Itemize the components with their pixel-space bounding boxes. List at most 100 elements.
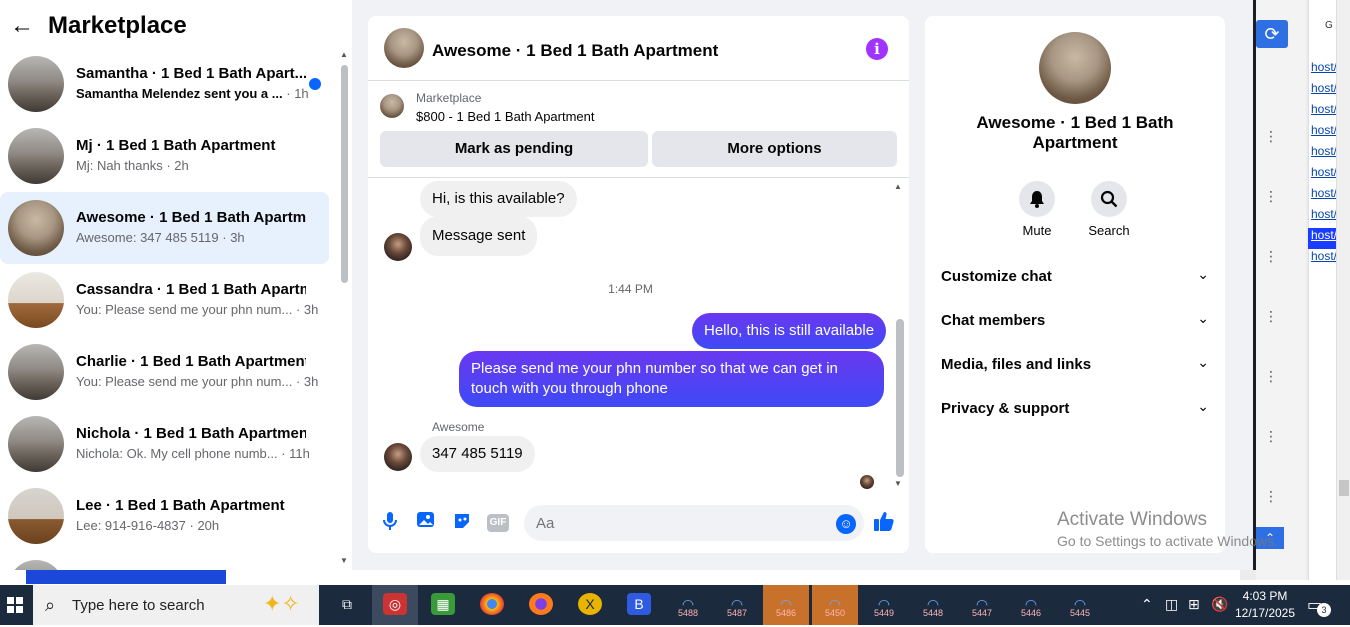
bg-kebab-icon[interactable]: ⋮ xyxy=(1264,368,1278,385)
microphone-icon[interactable] xyxy=(378,511,402,535)
section-label: Chat members xyxy=(941,312,1046,329)
taskbar-app-ix-icon[interactable]: X xyxy=(567,585,613,625)
taskbar-app-instance[interactable]: ◠ 5487 xyxy=(714,585,760,625)
taskbar-app-instance[interactable]: ◠ 5448 xyxy=(910,585,956,625)
avatar xyxy=(8,488,64,544)
emoji-icon[interactable]: ☺ xyxy=(836,514,856,534)
tray-chevron-up-icon[interactable]: ⌃ xyxy=(1141,596,1153,613)
conversation-time: · 11h xyxy=(281,446,310,461)
clock-date: 12/17/2025 xyxy=(1234,606,1296,620)
taskbar-app-instance[interactable]: ◠ 5486 xyxy=(763,585,809,625)
section-label: Customize chat xyxy=(941,268,1052,285)
chrome-icon[interactable] xyxy=(469,585,515,625)
bg-kebab-icon[interactable]: ⋮ xyxy=(1264,488,1278,505)
section-customize-chat[interactable]: Customize chat ⌄ xyxy=(941,256,1209,300)
bg-scrollbar[interactable] xyxy=(1336,0,1350,580)
taskbar-app-instance[interactable]: ◠ 5446 xyxy=(1008,585,1054,625)
sidebar-scrollbar[interactable]: ▲ ▼ xyxy=(338,50,350,565)
bg-kebab-icon[interactable]: ⋮ xyxy=(1264,128,1278,145)
taskbar-app-instance[interactable]: ◠ 5447 xyxy=(959,585,1005,625)
more-options-button[interactable]: More options xyxy=(652,131,897,167)
watermark-subtitle: Go to Settings to activate Windows. xyxy=(1057,533,1278,549)
background-window-strip xyxy=(26,570,226,584)
taskbar-app-instance[interactable]: ◠ 5450 xyxy=(812,585,858,625)
conversation-item[interactable]: Mj · 1 Bed 1 Bath Apartment Mj: Nah than… xyxy=(0,120,329,192)
listing-price-title[interactable]: $800 - 1 Bed 1 Bath Apartment xyxy=(416,109,595,124)
bg-kebab-icon[interactable]: ⋮ xyxy=(1264,428,1278,445)
conversation-title: Mj · 1 Bed 1 Bath Apartment xyxy=(76,137,276,154)
taskbar-clock[interactable]: 4:03 PM 12/17/2025 xyxy=(1232,588,1298,622)
incoming-message[interactable]: Message sent xyxy=(420,216,538,256)
info-avatar[interactable] xyxy=(1039,32,1111,104)
message-input[interactable] xyxy=(524,505,864,541)
gif-icon[interactable]: GIF xyxy=(487,514,509,532)
taskbar-app-remote-icon[interactable]: ◎ xyxy=(372,585,418,625)
back-arrow-icon[interactable]: ← xyxy=(10,12,34,40)
chat-title[interactable]: Awesome · 1 Bed 1 Bath Apartment xyxy=(432,41,718,61)
taskbar-app-instance[interactable]: ◠ 5488 xyxy=(665,585,711,625)
taskbar-app-sheets-icon[interactable]: ▦ xyxy=(420,585,466,625)
notification-icon[interactable]: ▭ 3 xyxy=(1307,595,1331,617)
sidebar-scrollbar-thumb[interactable] xyxy=(341,65,348,283)
chat-scrollbar[interactable]: ▲ ▼ xyxy=(894,182,906,488)
scroll-up-icon[interactable]: ▲ xyxy=(894,182,902,191)
chat-avatar[interactable] xyxy=(384,28,424,68)
incoming-message[interactable]: Hi, is this available? xyxy=(420,181,577,217)
tray-volume-muted-icon[interactable]: 🔇 xyxy=(1211,596,1228,613)
notification-badge: 3 xyxy=(1317,603,1331,617)
taskbar-app-instance[interactable]: ◠ 5445 xyxy=(1057,585,1103,625)
bg-kebab-icon[interactable]: ⋮ xyxy=(1264,188,1278,205)
task-view-icon[interactable]: ⧉ xyxy=(324,585,370,625)
info-title: Awesome · 1 Bed 1 Bath Apartment xyxy=(976,113,1174,152)
conversation-item[interactable]: Nichola · 1 Bed 1 Bath Apartment Nichola… xyxy=(0,408,329,480)
section-chat-members[interactable]: Chat members ⌄ xyxy=(941,300,1209,344)
taskbar-app-instance[interactable]: ◠ 5449 xyxy=(861,585,907,625)
chat-scrollbar-thumb[interactable] xyxy=(896,319,904,477)
firefox-icon[interactable] xyxy=(518,585,564,625)
outgoing-message[interactable]: Please send me your phn number so that w… xyxy=(459,351,884,407)
unread-dot xyxy=(309,78,321,90)
tray-meet-icon[interactable]: ◫ xyxy=(1165,596,1178,613)
read-receipt-avatar xyxy=(860,475,874,489)
sidebar-header: ← Marketplace xyxy=(10,12,187,40)
tray-network-icon[interactable]: ⊞ xyxy=(1188,596,1200,613)
mark-pending-button[interactable]: Mark as pending xyxy=(380,131,648,167)
avatar xyxy=(8,128,64,184)
sender-avatar xyxy=(384,443,412,471)
conversation-title: Lee · 1 Bed 1 Bath Apartment xyxy=(76,497,285,514)
bg-kebab-icon[interactable]: ⋮ xyxy=(1264,248,1278,265)
scroll-down-icon[interactable]: ▼ xyxy=(894,479,902,488)
incoming-message[interactable]: 347 485 5119 xyxy=(420,436,535,472)
bg-column-header: G xyxy=(1325,20,1333,31)
avatar xyxy=(8,56,64,112)
conversation-time: · 3h xyxy=(295,374,319,389)
section-privacy-support[interactable]: Privacy & support ⌄ xyxy=(941,388,1209,432)
search-button[interactable]: Search xyxy=(1079,181,1139,238)
conversation-item[interactable] xyxy=(0,552,329,570)
taskbar-app-b-icon[interactable]: B xyxy=(616,585,662,625)
listing-banner: Marketplace $800 - 1 Bed 1 Bath Apartmen… xyxy=(368,82,909,178)
info-icon[interactable]: i xyxy=(866,38,888,60)
background-window: ⟳ G ⋮ ⋮ ⋮ ⋮ ⋮ ⋮ ⋮ host/i host/i host/i h… xyxy=(1240,0,1350,580)
windows-start-icon[interactable] xyxy=(0,585,30,625)
listing-thumbnail[interactable] xyxy=(380,94,404,118)
bg-refresh-icon[interactable]: ⟳ xyxy=(1256,20,1288,48)
search-icon: ⌕ xyxy=(45,595,56,615)
taskbar-search[interactable]: ⌕ Type here to search ✦✧ xyxy=(33,585,319,625)
outgoing-message[interactable]: Hello, this is still available xyxy=(692,313,887,349)
section-media-files-links[interactable]: Media, files and links ⌄ xyxy=(941,344,1209,388)
mute-button[interactable]: Mute xyxy=(1007,181,1067,238)
bg-kebab-icon[interactable]: ⋮ xyxy=(1264,308,1278,325)
conversation-item[interactable]: Charlie · 1 Bed 1 Bath Apartment You: Pl… xyxy=(0,336,329,408)
conversation-item[interactable]: Cassandra · 1 Bed 1 Bath Apartm... You: … xyxy=(0,264,329,336)
photo-icon[interactable] xyxy=(414,511,438,535)
scroll-up-icon[interactable]: ▲ xyxy=(340,50,348,59)
bg-scrollbar-thumb[interactable] xyxy=(1339,480,1349,496)
scroll-down-icon[interactable]: ▼ xyxy=(340,556,348,565)
sticker-icon[interactable] xyxy=(450,511,474,535)
conversation-item[interactable]: Lee · 1 Bed 1 Bath Apartment Lee: 914-91… xyxy=(0,480,329,552)
conversation-item[interactable]: Samantha · 1 Bed 1 Bath Apart... Samanth… xyxy=(0,48,329,120)
mute-label: Mute xyxy=(1022,223,1052,238)
thumbs-up-icon[interactable] xyxy=(873,510,895,538)
conversation-item-active[interactable]: Awesome · 1 Bed 1 Bath Apartm... Awesome… xyxy=(0,192,329,264)
